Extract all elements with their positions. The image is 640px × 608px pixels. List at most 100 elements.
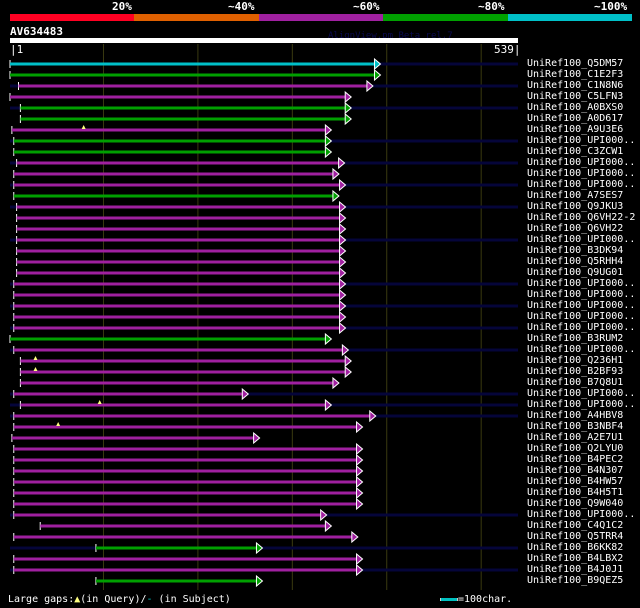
gap-legend: Large gaps:▲(in Query)/- (in Subject) xyxy=(8,594,231,605)
hit-bar xyxy=(20,403,326,407)
hit-bar xyxy=(13,458,357,462)
hit-background-line xyxy=(10,546,518,550)
hit-arrow-head xyxy=(332,167,340,181)
hit-bar xyxy=(20,359,346,363)
hit-bar xyxy=(13,392,243,396)
hit-arrow-head xyxy=(344,101,352,115)
hit-label[interactable]: UniRef100_B4N307 xyxy=(527,465,623,476)
scale-legend: =100char. xyxy=(440,594,512,605)
hit-label[interactable]: UniRef100_UPI000.. xyxy=(527,509,635,520)
hit-bar xyxy=(16,161,339,165)
hit-bar xyxy=(10,95,346,99)
scale-bar-icon xyxy=(440,597,458,601)
hit-bar xyxy=(13,480,357,484)
hit-arrow-head xyxy=(351,530,359,544)
hit-label[interactable]: UniRef100_C3ZCW1 xyxy=(527,146,623,157)
hit-label[interactable]: UniRef100_Q5TRR4 xyxy=(527,531,623,542)
hit-label[interactable]: UniRef100_UPI000.. xyxy=(527,135,635,146)
hit-label[interactable]: UniRef100_Q5RHH4 xyxy=(527,256,623,267)
hit-bar xyxy=(95,579,257,583)
hit-label[interactable]: UniRef100_UPI000.. xyxy=(527,322,635,333)
hit-arrow-head xyxy=(339,255,347,269)
hit-bar xyxy=(20,381,333,385)
hit-label[interactable]: UniRef100_UPI000.. xyxy=(527,179,635,190)
hit-arrow-head xyxy=(373,57,382,71)
hit-label[interactable]: UniRef100_B2BF93 xyxy=(527,366,623,377)
hit-label[interactable]: UniRef100_Q2LYU0 xyxy=(527,443,623,454)
hit-label[interactable]: UniRef100_A0BXS0 xyxy=(527,102,623,113)
hit-arrow-head xyxy=(324,123,333,137)
hit-arrow-head xyxy=(339,266,347,280)
hit-bar xyxy=(13,502,357,506)
hit-label[interactable]: UniRef100_Q6VH22-2 xyxy=(527,212,635,223)
hit-arrow-head xyxy=(255,574,264,588)
hit-label[interactable]: UniRef100_Q6VH22 xyxy=(527,223,623,234)
hit-label[interactable]: UniRef100_C5LFN3 xyxy=(527,91,623,102)
hit-label[interactable]: UniRef100_B4HW57 xyxy=(527,476,623,487)
hit-bar xyxy=(13,282,340,286)
scale-label: =100char. xyxy=(458,594,513,605)
hit-label[interactable]: UniRef100_B4PEC2 xyxy=(527,454,623,465)
hit-arrow-head xyxy=(339,321,347,335)
hit-bar xyxy=(20,117,346,121)
hit-label[interactable]: UniRef100_A7SES7 xyxy=(527,190,623,201)
hit-label[interactable]: UniRef100_UPI000.. xyxy=(527,399,635,410)
hit-bar xyxy=(13,315,340,319)
hit-bar xyxy=(13,425,357,429)
hit-arrow-head xyxy=(339,200,347,214)
hit-label[interactable]: UniRef100_C1E2F3 xyxy=(527,69,623,80)
hit-label[interactable]: UniRef100_UPI000.. xyxy=(527,168,635,179)
hit-bar xyxy=(10,62,375,66)
hit-label[interactable]: UniRef100_C1N8N6 xyxy=(527,80,623,91)
in-subject-label: (in Subject) xyxy=(152,594,231,605)
hit-bar xyxy=(13,469,357,473)
hit-arrow-head xyxy=(241,387,250,401)
hit-arrow-head xyxy=(324,332,333,346)
hit-label[interactable]: UniRef100_UPI000.. xyxy=(527,344,635,355)
hit-label[interactable]: UniRef100_UPI000.. xyxy=(527,157,635,168)
hit-label[interactable]: UniRef100_UPI000.. xyxy=(527,278,635,289)
hit-label[interactable]: UniRef100_B6KK82 xyxy=(527,542,623,553)
hit-label[interactable]: UniRef100_B9QEZ5 xyxy=(527,575,623,586)
hit-label[interactable]: UniRef100_A2E7U1 xyxy=(527,432,623,443)
hit-label[interactable]: UniRef100_UPI000.. xyxy=(527,289,635,300)
hit-label[interactable]: UniRef100_A0D617 xyxy=(527,113,623,124)
hit-label[interactable]: UniRef100_Q236H1 xyxy=(527,355,623,366)
query-gap-marker xyxy=(97,400,102,404)
hit-arrow-head xyxy=(324,145,333,159)
hit-bar xyxy=(13,183,340,187)
hit-label[interactable]: UniRef100_Q9UG01 xyxy=(527,267,623,278)
hit-arrow-head xyxy=(332,189,340,203)
hit-bar xyxy=(13,150,326,154)
hit-label[interactable]: UniRef100_B4LBX2 xyxy=(527,553,623,564)
hit-bar xyxy=(13,414,370,418)
hit-label[interactable]: UniRef100_Q9W040 xyxy=(527,498,623,509)
hit-label[interactable]: UniRef100_Q5DM57 xyxy=(527,58,623,69)
query-gap-marker xyxy=(81,125,86,129)
hit-label[interactable]: UniRef100_B3DK94 xyxy=(527,245,623,256)
hit-bar xyxy=(13,348,343,352)
hit-label[interactable]: UniRef100_Q9JKU3 xyxy=(527,201,623,212)
hit-arrow-head xyxy=(356,453,364,467)
hit-arrow-head xyxy=(344,354,352,368)
hit-label[interactable]: UniRef100_B3RUM2 xyxy=(527,333,623,344)
hit-arrow-head xyxy=(344,112,352,126)
hit-label[interactable]: UniRef100_C4Q1C2 xyxy=(527,520,623,531)
hit-label[interactable]: UniRef100_B3NBF4 xyxy=(527,421,623,432)
hit-label[interactable]: UniRef100_UPI000.. xyxy=(527,234,635,245)
hit-label[interactable]: UniRef100_B4H5T1 xyxy=(527,487,623,498)
hit-label[interactable]: UniRef100_UPI000.. xyxy=(527,300,635,311)
hit-bar xyxy=(16,238,340,242)
hit-label[interactable]: UniRef100_B7Q8U1 xyxy=(527,377,623,388)
hit-bar xyxy=(13,139,326,143)
hit-bar xyxy=(16,249,340,253)
hit-label[interactable]: UniRef100_A4HBV8 xyxy=(527,410,623,421)
hit-arrow-head xyxy=(324,519,333,533)
hit-label[interactable]: UniRef100_B4J0J1 xyxy=(527,564,623,575)
hit-arrow-head xyxy=(324,398,333,412)
hit-arrow-head xyxy=(253,431,261,445)
hit-bar xyxy=(16,216,340,220)
hit-label[interactable]: UniRef100_UPI000.. xyxy=(527,388,635,399)
hit-label[interactable]: UniRef100_A9U3E6 xyxy=(527,124,623,135)
hit-label[interactable]: UniRef100_UPI000.. xyxy=(527,311,635,322)
